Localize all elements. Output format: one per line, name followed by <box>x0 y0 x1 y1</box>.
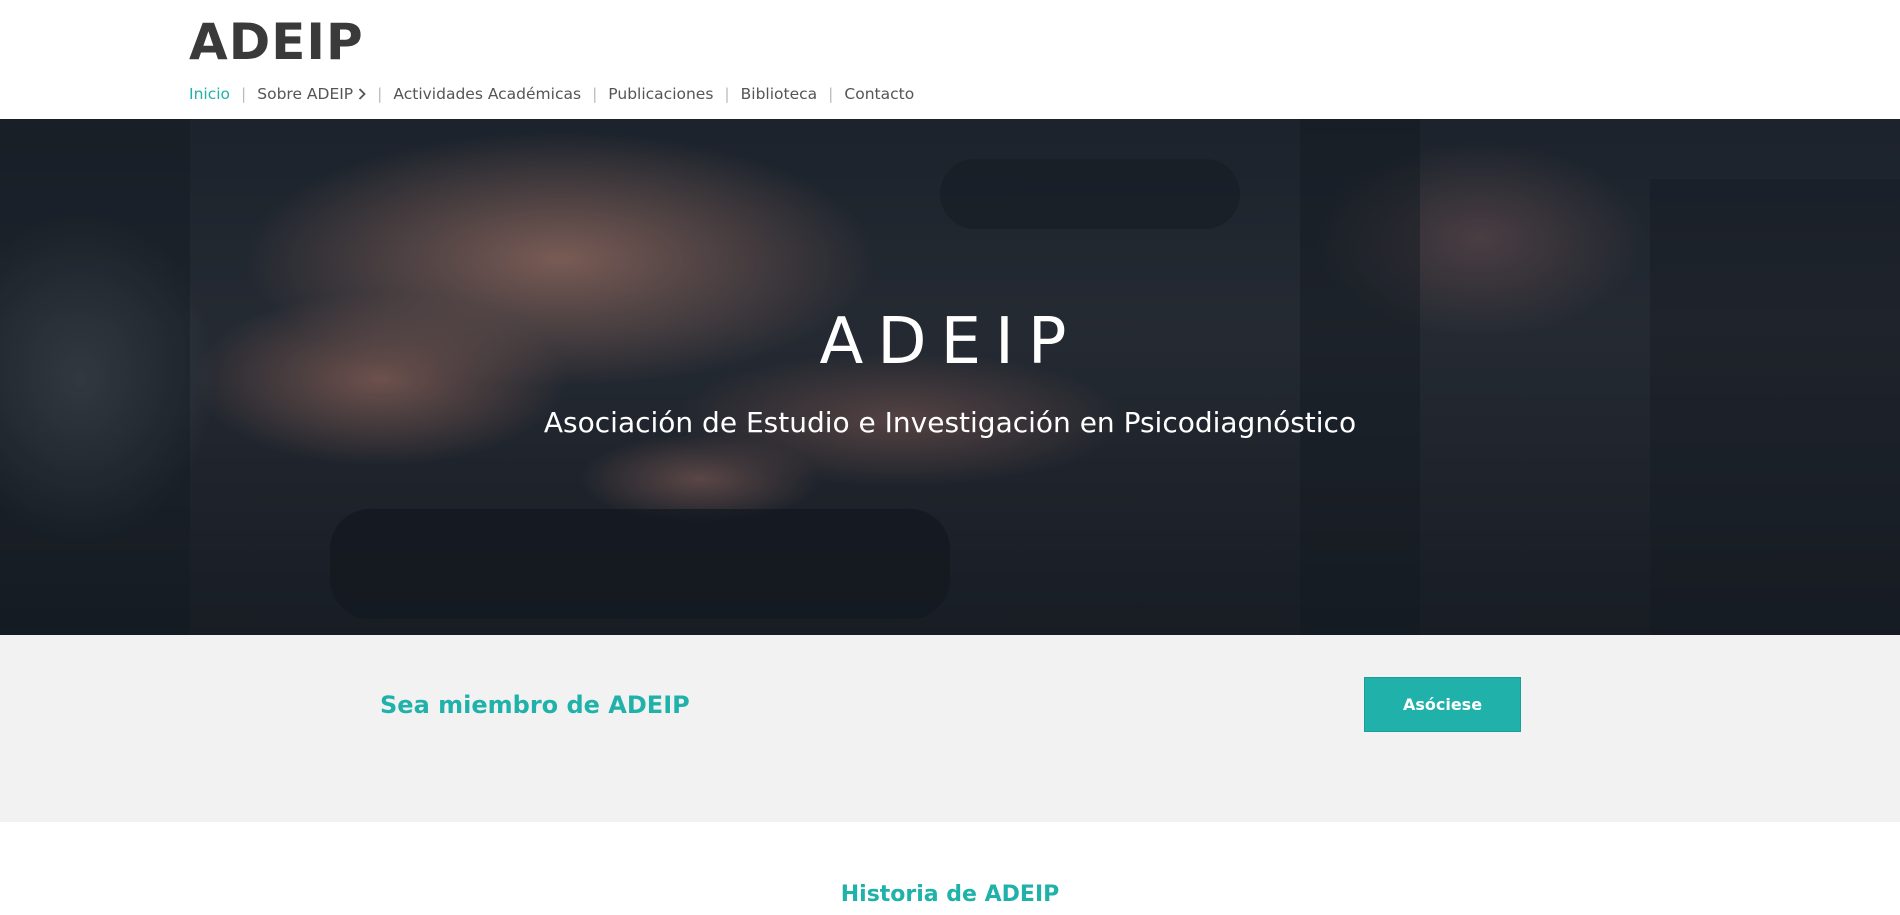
membership-section: Sea miembro de ADEIP Asóciese <box>0 635 1900 822</box>
nav-separator: | <box>377 85 383 103</box>
nav-separator: | <box>241 85 247 103</box>
nav-item-publicaciones[interactable]: Publicaciones <box>608 85 713 103</box>
nav-item-biblioteca[interactable]: Biblioteca <box>741 85 818 103</box>
hero-subtitle: Asociación de Estudio e Investigación en… <box>543 406 1357 439</box>
membership-title: Sea miembro de ADEIP <box>380 691 690 719</box>
nav-item-label: Sobre ADEIP <box>257 85 354 103</box>
history-title: Historia de ADEIP <box>840 882 1060 907</box>
chevron-right-icon <box>359 88 366 100</box>
site-header: ADEIP Inicio | Sobre ADEIP | Actividades… <box>0 0 1900 119</box>
hero-title: ADEIP <box>819 305 1081 379</box>
nav-item-actividades-academicas[interactable]: Actividades Académicas <box>393 85 581 103</box>
nav-item-sobre-adeip[interactable]: Sobre ADEIP <box>257 85 366 103</box>
hero-banner: ADEIP Asociación de Estudio e Investigac… <box>0 119 1900 635</box>
site-logo[interactable]: ADEIP <box>189 17 364 67</box>
nav-separator: | <box>828 85 834 103</box>
join-button[interactable]: Asóciese <box>1364 677 1521 732</box>
nav-separator: | <box>592 85 598 103</box>
main-nav: Inicio | Sobre ADEIP | Actividades Acadé… <box>189 85 914 103</box>
nav-item-contacto[interactable]: Contacto <box>844 85 914 103</box>
nav-item-inicio[interactable]: Inicio <box>189 85 230 103</box>
nav-separator: | <box>724 85 730 103</box>
